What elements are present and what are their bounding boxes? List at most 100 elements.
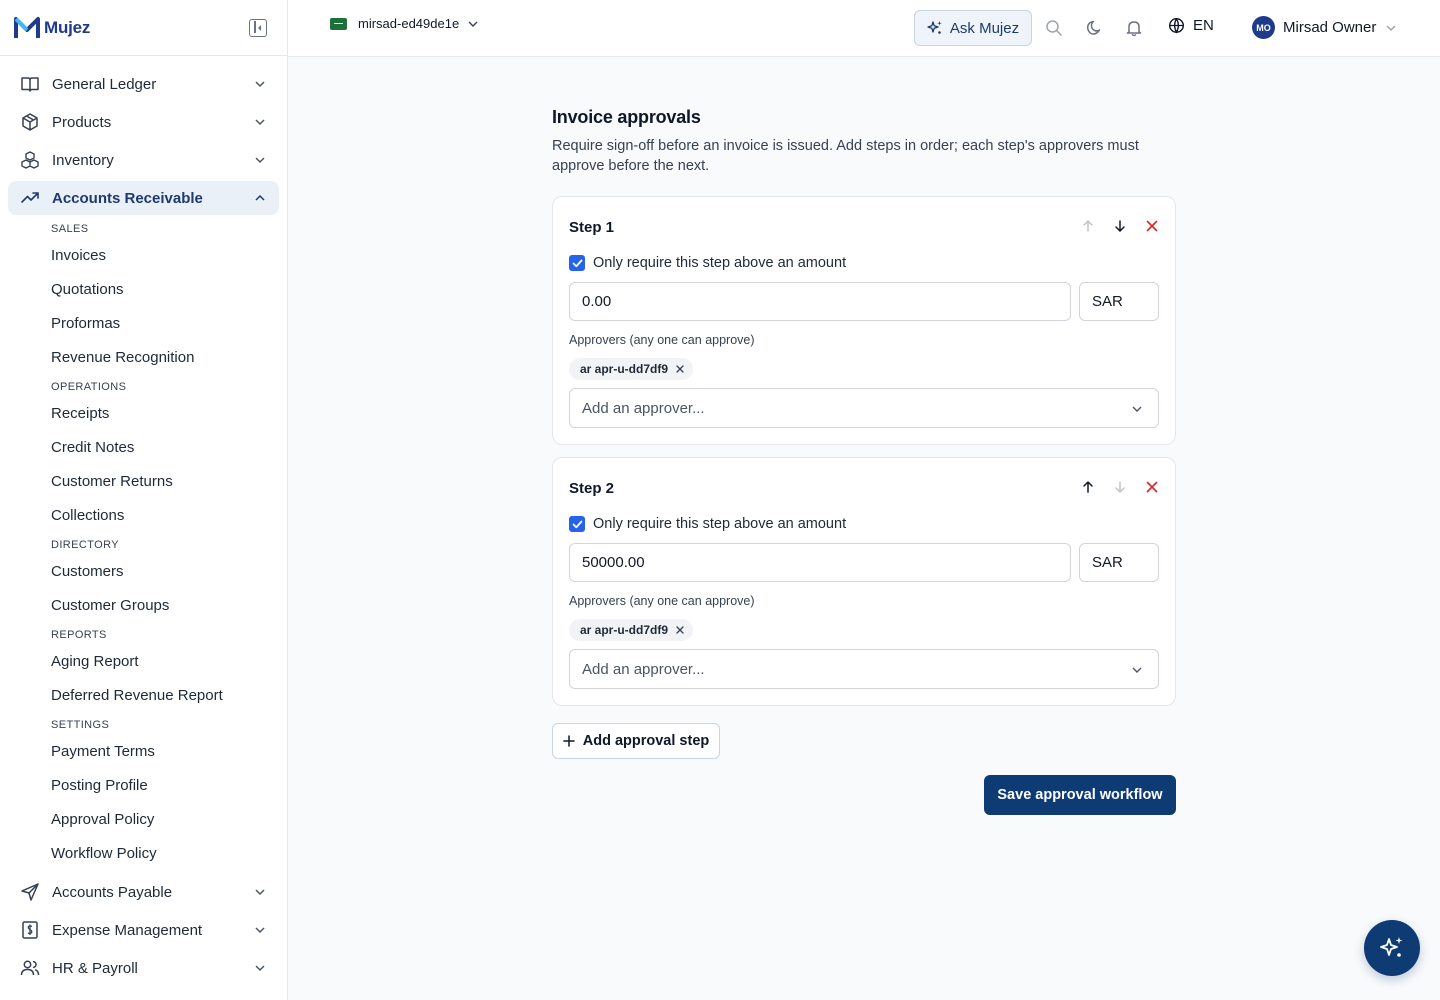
sidebar-item-label: General Ledger bbox=[52, 75, 157, 93]
subnav-item-aging-report[interactable]: Aging Report bbox=[51, 645, 287, 679]
subnav-item-approval-policy[interactable]: Approval Policy bbox=[51, 803, 287, 837]
invoice-approvals-panel: Invoice approvals Require sign-off befor… bbox=[552, 107, 1176, 706]
chevron-down-icon bbox=[255, 927, 265, 934]
subnav-item-collections[interactable]: Collections bbox=[51, 499, 287, 533]
chevron-down-icon bbox=[255, 889, 265, 896]
language-switcher[interactable]: EN bbox=[1168, 17, 1214, 34]
move-up-icon[interactable] bbox=[1081, 219, 1095, 233]
globe-icon bbox=[1168, 17, 1185, 34]
organization-switcher[interactable]: mirsad-ed49de1e bbox=[330, 16, 478, 31]
threshold-checkbox[interactable] bbox=[569, 516, 585, 532]
chevron-down-icon bbox=[468, 21, 478, 27]
chevron-down-icon bbox=[1386, 25, 1396, 31]
user-name: Mirsad Owner bbox=[1283, 19, 1377, 36]
threshold-label: Only require this step above an amount bbox=[593, 516, 847, 532]
subnav-item-customer-returns[interactable]: Customer Returns bbox=[51, 465, 287, 499]
chevron-down-icon bbox=[255, 81, 265, 88]
add-approver-placeholder: Add an approver... bbox=[582, 399, 705, 417]
close-icon[interactable] bbox=[676, 365, 684, 373]
subnav-header-sales: SALES bbox=[51, 223, 89, 235]
subnav-item-deferred-revenue-report[interactable]: Deferred Revenue Report bbox=[51, 679, 287, 713]
remove-step-icon[interactable] bbox=[1145, 480, 1159, 494]
send-icon bbox=[21, 883, 39, 901]
subnav-item-receipts[interactable]: Receipts bbox=[51, 397, 287, 431]
bell-icon[interactable] bbox=[1125, 19, 1143, 37]
organization-name: mirsad-ed49de1e bbox=[358, 16, 460, 31]
remove-step-icon[interactable] bbox=[1145, 219, 1159, 233]
move-up-icon[interactable] bbox=[1081, 480, 1095, 494]
page-description: Require sign-off before an invoice is is… bbox=[552, 138, 1139, 174]
step-title: Step 1 bbox=[569, 219, 615, 236]
threshold-toggle: Only require this step above an amount bbox=[569, 516, 846, 532]
currency-select[interactable]: SAR bbox=[1079, 282, 1159, 321]
approver-chip: ar apr-u-dd7df9 bbox=[569, 619, 694, 641]
threshold-toggle: Only require this step above an amount bbox=[569, 255, 846, 271]
add-approval-step-button[interactable]: Add approval step bbox=[552, 723, 720, 759]
subnav-item-proformas[interactable]: Proformas bbox=[51, 307, 287, 341]
moon-icon[interactable] bbox=[1085, 19, 1103, 37]
subnav-item-posting-profile[interactable]: Posting Profile bbox=[51, 769, 287, 803]
approver-chip-label: ar apr-u-dd7df9 bbox=[580, 362, 669, 376]
ask-mujez-label: Ask Mujez bbox=[949, 19, 1020, 37]
language-label: EN bbox=[1193, 17, 1214, 34]
threshold-amount-input[interactable] bbox=[569, 543, 1071, 582]
check-icon bbox=[572, 259, 582, 267]
subnav-header-reports: REPORTS bbox=[51, 629, 107, 641]
package-icon bbox=[22, 113, 38, 131]
sidebar-item-label: Inventory bbox=[52, 151, 114, 169]
ask-mujez-button[interactable]: Ask Mujez bbox=[914, 10, 1032, 46]
check-icon bbox=[572, 520, 582, 528]
add-approver-select[interactable]: Add an approver... bbox=[569, 649, 1159, 689]
sparkles-icon bbox=[927, 21, 942, 34]
add-approver-select[interactable]: Add an approver... bbox=[569, 388, 1159, 428]
brand: Mujez bbox=[0, 0, 287, 56]
sidebar-item-accounts-receivable[interactable]: Accounts Receivable bbox=[8, 181, 279, 215]
threshold-label: Only require this step above an amount bbox=[593, 255, 847, 271]
ai-assistant-fab[interactable] bbox=[1364, 920, 1420, 976]
sidebar-item-general-ledger[interactable]: General Ledger bbox=[8, 67, 279, 101]
subnav-item-customers[interactable]: Customers bbox=[51, 555, 287, 589]
page-title: Invoice approvals bbox=[552, 107, 701, 127]
sidebar-item-products[interactable]: Products bbox=[8, 105, 279, 139]
threshold-amount-input[interactable] bbox=[569, 282, 1071, 321]
sidebar-item-label: Products bbox=[52, 113, 112, 131]
subnav-header-directory: DIRECTORY bbox=[51, 539, 119, 551]
sidebar-item-label: HR & Payroll bbox=[52, 959, 138, 977]
sidebar-item-hr-payroll[interactable]: HR & Payroll bbox=[8, 951, 279, 985]
approver-chip-label: ar apr-u-dd7df9 bbox=[580, 623, 669, 637]
boxes-icon bbox=[21, 151, 39, 169]
add-approval-step-label: Add approval step bbox=[582, 733, 710, 749]
subnav-item-invoices[interactable]: Invoices bbox=[51, 239, 287, 273]
save-approval-workflow-button[interactable]: Save approval workflow bbox=[984, 775, 1176, 815]
sidebar-nav: General Ledger Products Inventory Accoun… bbox=[0, 56, 287, 985]
approval-step-2: Step 2 Only require this step above an a… bbox=[552, 457, 1176, 706]
threshold-checkbox[interactable] bbox=[569, 255, 585, 271]
topbar: mirsad-ed49de1e Ask Mujez EN MO Mirsad O… bbox=[288, 0, 1440, 57]
approver-chip: ar apr-u-dd7df9 bbox=[569, 358, 694, 380]
subnav-item-credit-notes[interactable]: Credit Notes bbox=[51, 431, 287, 465]
approval-step-1: Step 1 Only require this step above an a… bbox=[552, 196, 1176, 445]
chevron-down-icon bbox=[255, 157, 265, 164]
chevron-up-icon bbox=[255, 194, 265, 201]
collapse-sidebar-icon[interactable] bbox=[249, 19, 267, 37]
plus-icon bbox=[563, 735, 575, 747]
subnav-item-payment-terms[interactable]: Payment Terms bbox=[51, 735, 287, 769]
sidebar-item-accounts-payable[interactable]: Accounts Payable bbox=[8, 875, 279, 909]
subnav-item-revenue-recognition[interactable]: Revenue Recognition bbox=[51, 341, 287, 375]
saudi-flag-icon bbox=[330, 17, 347, 30]
sidebar-item-expense-management[interactable]: Expense Management bbox=[8, 913, 279, 947]
subnav-item-customer-groups[interactable]: Customer Groups bbox=[51, 589, 287, 623]
user-menu[interactable]: MO Mirsad Owner bbox=[1252, 16, 1396, 39]
subnav-item-quotations[interactable]: Quotations bbox=[51, 273, 287, 307]
sidebar-item-label: Expense Management bbox=[52, 921, 203, 939]
users-icon bbox=[20, 960, 40, 976]
search-icon[interactable] bbox=[1045, 19, 1063, 37]
currency-select[interactable]: SAR bbox=[1079, 543, 1159, 582]
move-down-icon[interactable] bbox=[1113, 480, 1127, 494]
sidebar-item-inventory[interactable]: Inventory bbox=[8, 143, 279, 177]
close-icon[interactable] bbox=[676, 626, 684, 634]
chevron-down-icon bbox=[1132, 667, 1142, 673]
subnav-item-workflow-policy[interactable]: Workflow Policy bbox=[51, 837, 287, 871]
receipt-dollar-icon bbox=[22, 921, 38, 939]
move-down-icon[interactable] bbox=[1113, 219, 1127, 233]
